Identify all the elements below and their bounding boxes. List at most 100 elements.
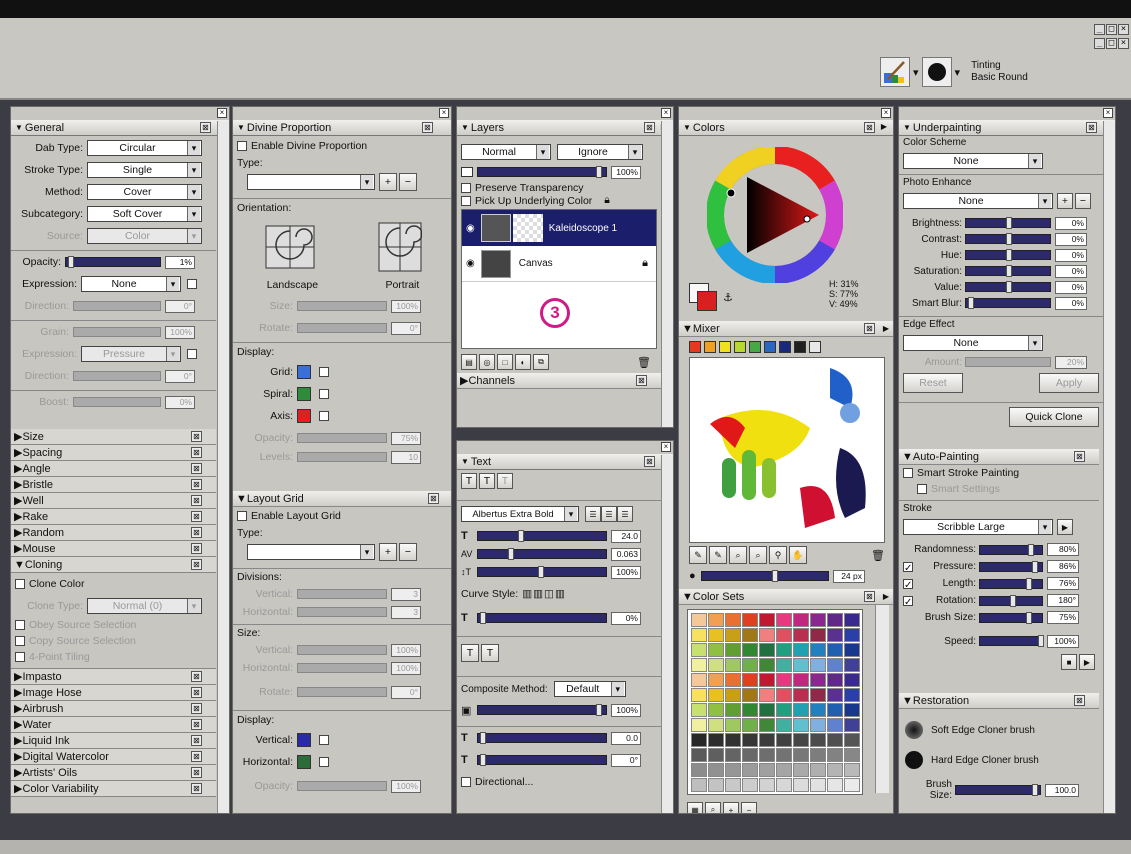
color-set-swatch[interactable] bbox=[793, 703, 809, 717]
grain-direction-slider[interactable] bbox=[73, 371, 161, 381]
layers-scrollbar[interactable] bbox=[661, 121, 673, 427]
mixer-swatch[interactable] bbox=[794, 341, 806, 353]
color-set-swatch[interactable] bbox=[844, 733, 860, 747]
div-vertical-slider[interactable] bbox=[297, 589, 387, 599]
length-checkbox[interactable]: ✓ bbox=[903, 578, 913, 591]
color-set-swatch[interactable] bbox=[844, 613, 860, 627]
section-angle[interactable]: ▶ Angle ⊠ bbox=[11, 461, 216, 477]
section-liquid-ink[interactable]: ▶ Liquid Ink ⊠ bbox=[11, 733, 216, 749]
section-impasto[interactable]: ▶ Impasto ⊠ bbox=[11, 669, 216, 685]
smart-stroke-checkbox[interactable] bbox=[903, 468, 913, 478]
text-opacity-slider[interactable] bbox=[477, 704, 607, 716]
color-set-swatch[interactable] bbox=[793, 733, 809, 747]
color-set-swatch[interactable] bbox=[776, 733, 792, 747]
color-set-swatch[interactable] bbox=[827, 733, 843, 747]
four-point-checkbox[interactable] bbox=[15, 652, 25, 662]
layer-commands-icon[interactable]: ▤ bbox=[461, 354, 477, 370]
color-set-swatch[interactable] bbox=[708, 658, 724, 672]
color-set-swatch[interactable] bbox=[793, 763, 809, 777]
color-set-swatch[interactable] bbox=[776, 778, 792, 792]
color-set-swatch[interactable] bbox=[793, 658, 809, 672]
text-fill-icon[interactable]: T bbox=[461, 644, 479, 662]
auto-painting-header[interactable]: ▼ Auto-Painting ⊠ bbox=[899, 449, 1099, 465]
color-set-swatch[interactable] bbox=[725, 658, 741, 672]
reset-button[interactable]: Reset bbox=[903, 373, 963, 393]
color-wheel[interactable] bbox=[705, 145, 845, 286]
mixer-swatch[interactable] bbox=[749, 341, 761, 353]
divine-opacity-slider[interactable] bbox=[297, 433, 387, 443]
color-set-swatch[interactable] bbox=[708, 613, 724, 627]
text-header[interactable]: ▼ Text ⊠ bbox=[457, 454, 673, 470]
zoom-icon[interactable]: ⚲ bbox=[769, 546, 787, 564]
color-set-swatch[interactable] bbox=[759, 628, 775, 642]
direction-slider[interactable] bbox=[73, 301, 161, 311]
mixer-swatch[interactable] bbox=[809, 341, 821, 353]
doc-close-button[interactable]: × bbox=[1118, 38, 1129, 49]
grain-slider[interactable] bbox=[73, 327, 161, 337]
shadow-offset-slider[interactable] bbox=[477, 732, 607, 744]
general-header[interactable]: ▼ General ⊠ bbox=[11, 120, 229, 136]
dynamic-plugin-icon[interactable]: ◎ bbox=[479, 354, 495, 370]
grain-expression-select[interactable]: Pressure bbox=[81, 346, 181, 362]
grid-checkbox[interactable] bbox=[319, 367, 329, 377]
color-set-swatch[interactable] bbox=[793, 778, 809, 792]
pressure-slider[interactable] bbox=[979, 560, 1043, 573]
palette-close-icon[interactable]: × bbox=[439, 108, 449, 118]
mixer-swatch[interactable] bbox=[734, 341, 746, 353]
section-digital-watercolor[interactable]: ▶ Digital Watercolor ⊠ bbox=[11, 749, 216, 765]
color-set-swatch[interactable] bbox=[725, 613, 741, 627]
color-swatches[interactable] bbox=[689, 283, 717, 311]
color-set-swatch[interactable] bbox=[810, 733, 826, 747]
section-water[interactable]: ▶ Water ⊠ bbox=[11, 717, 216, 733]
color-set-swatch[interactable] bbox=[776, 718, 792, 732]
color-set-swatch[interactable] bbox=[759, 658, 775, 672]
color-set-swatch[interactable] bbox=[793, 643, 809, 657]
color-set-swatch[interactable] bbox=[742, 748, 758, 762]
color-set-swatch[interactable] bbox=[725, 643, 741, 657]
color-set-swatch[interactable] bbox=[725, 748, 741, 762]
color-set-swatch[interactable] bbox=[691, 763, 707, 777]
color-set-swatch[interactable] bbox=[844, 673, 860, 687]
color-set-swatch[interactable] bbox=[810, 703, 826, 717]
color-set-swatch[interactable] bbox=[691, 673, 707, 687]
color-set-swatch[interactable] bbox=[691, 703, 707, 717]
maximize-button[interactable]: □ bbox=[1106, 24, 1117, 35]
layer-row-canvas[interactable]: ◉ Canvas 🔒︎ bbox=[462, 246, 656, 282]
pickup-color-checkbox[interactable] bbox=[461, 195, 471, 206]
color-set-swatch[interactable] bbox=[793, 688, 809, 702]
mixer-swatch[interactable] bbox=[719, 341, 731, 353]
color-set-swatch[interactable] bbox=[742, 733, 758, 747]
landscape-orientation-icon[interactable] bbox=[265, 225, 315, 272]
stroke-play-button[interactable]: ▶ bbox=[1057, 519, 1073, 535]
align-center-icon[interactable]: ☰ bbox=[601, 506, 617, 522]
remove-color-icon[interactable]: − bbox=[741, 802, 757, 813]
doc-restore-button[interactable]: □ bbox=[1106, 38, 1117, 49]
layout-grid-header[interactable]: ▼ Layout Grid ⊠ bbox=[233, 491, 451, 507]
text-standard-icon[interactable]: T bbox=[461, 473, 477, 489]
stroke-type-select[interactable]: Single bbox=[87, 162, 202, 178]
remove-grid-button[interactable]: − bbox=[399, 543, 417, 561]
blend-mode-select[interactable]: Normal bbox=[461, 144, 551, 160]
vertical-checkbox[interactable] bbox=[319, 735, 329, 745]
section-mouse[interactable]: ▶ Mouse ⊠ bbox=[11, 541, 216, 557]
divine-size-slider[interactable] bbox=[297, 301, 387, 311]
section-random[interactable]: ▶ Random ⊠ bbox=[11, 525, 216, 541]
axis-color-swatch[interactable] bbox=[297, 409, 311, 423]
auto-brush-size-slider[interactable] bbox=[979, 611, 1043, 624]
color-set-swatch[interactable] bbox=[742, 688, 758, 702]
doc-minimize-button[interactable]: _ bbox=[1094, 38, 1105, 49]
color-set-swatch[interactable] bbox=[827, 748, 843, 762]
color-set-swatch[interactable] bbox=[759, 733, 775, 747]
eye-icon[interactable]: ◉ bbox=[466, 258, 475, 269]
color-set-swatch[interactable] bbox=[725, 703, 741, 717]
color-set-swatch[interactable] bbox=[742, 658, 758, 672]
color-set-swatch[interactable] bbox=[827, 628, 843, 642]
section-spacing[interactable]: ▶ Spacing ⊠ bbox=[11, 445, 216, 461]
color-set-swatch[interactable] bbox=[725, 778, 741, 792]
color-set-swatch[interactable] bbox=[844, 748, 860, 762]
palette-close-icon[interactable]: × bbox=[881, 108, 891, 118]
color-set-swatch[interactable] bbox=[759, 703, 775, 717]
color-set-swatch[interactable] bbox=[776, 748, 792, 762]
color-set-swatch[interactable] bbox=[776, 628, 792, 642]
new-layer-icon[interactable]: □ bbox=[497, 354, 513, 370]
